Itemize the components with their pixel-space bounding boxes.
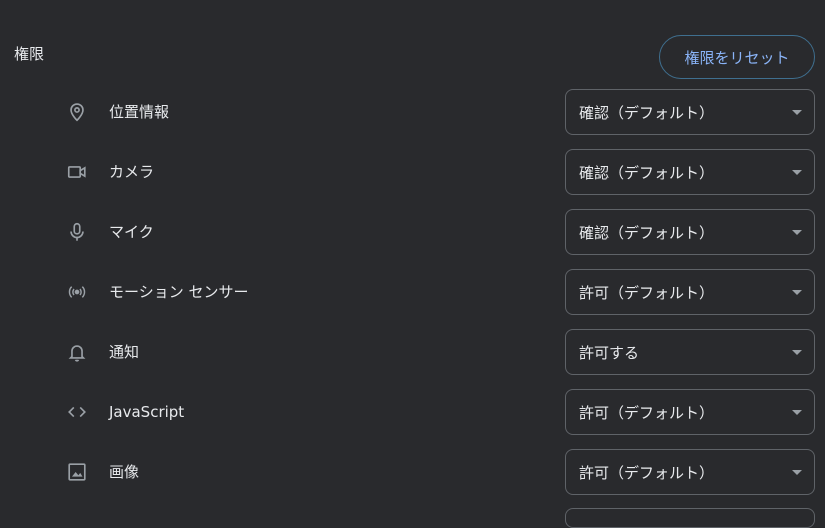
dropdown-arrow-icon [792,170,802,175]
permission-row-notifications: 通知 許可する [0,329,825,375]
permission-label: モーション センサー [109,283,249,301]
location-permission-select[interactable]: 確認（デフォルト） [565,89,815,135]
permission-label: 通知 [109,343,140,361]
select-value: 許可する [579,344,640,362]
permission-row-motion-sensors: モーション センサー 許可（デフォルト） [0,269,825,315]
javascript-permission-select[interactable]: 許可（デフォルト） [565,389,815,435]
permission-label: カメラ [109,163,155,181]
camera-icon [66,161,88,183]
dropdown-arrow-icon [792,410,802,415]
location-pin-icon [66,101,88,123]
images-permission-select[interactable]: 許可（デフォルト） [565,449,815,495]
section-title: 権限 [14,45,45,63]
dropdown-arrow-icon [792,290,802,295]
select-value: 確認（デフォルト） [579,224,715,242]
camera-permission-select[interactable]: 確認（デフォルト） [565,149,815,195]
dropdown-arrow-icon [792,110,802,115]
code-icon [66,401,88,423]
microphone-icon [66,221,88,243]
select-value: 許可（デフォルト） [579,284,715,302]
image-icon [66,461,88,483]
permission-row-images: 画像 許可（デフォルト） [0,449,825,495]
permission-row-location: 位置情報 確認（デフォルト） [0,89,825,135]
permission-row-microphone: マイク 確認（デフォルト） [0,209,825,255]
dropdown-arrow-icon [792,470,802,475]
permission-label: 位置情報 [109,103,170,121]
permission-label: マイク [109,223,154,241]
dropdown-arrow-icon [792,350,802,355]
permission-label: JavaScript [109,403,185,421]
select-value: 許可（デフォルト） [579,464,715,482]
reset-permissions-button[interactable]: 権限をリセット [659,35,815,79]
sensors-icon [66,281,88,303]
bell-icon [66,341,88,363]
select-value: 確認（デフォルト） [579,164,715,182]
next-permission-select[interactable] [565,508,815,528]
dropdown-arrow-icon [792,230,802,235]
permission-row-javascript: JavaScript 許可（デフォルト） [0,389,825,435]
motion-sensors-permission-select[interactable]: 許可（デフォルト） [565,269,815,315]
select-value: 確認（デフォルト） [579,104,715,122]
microphone-permission-select[interactable]: 確認（デフォルト） [565,209,815,255]
notifications-permission-select[interactable]: 許可する [565,329,815,375]
permission-row-camera: カメラ 確認（デフォルト） [0,149,825,195]
select-value: 許可（デフォルト） [579,404,715,422]
permission-label: 画像 [109,463,140,481]
